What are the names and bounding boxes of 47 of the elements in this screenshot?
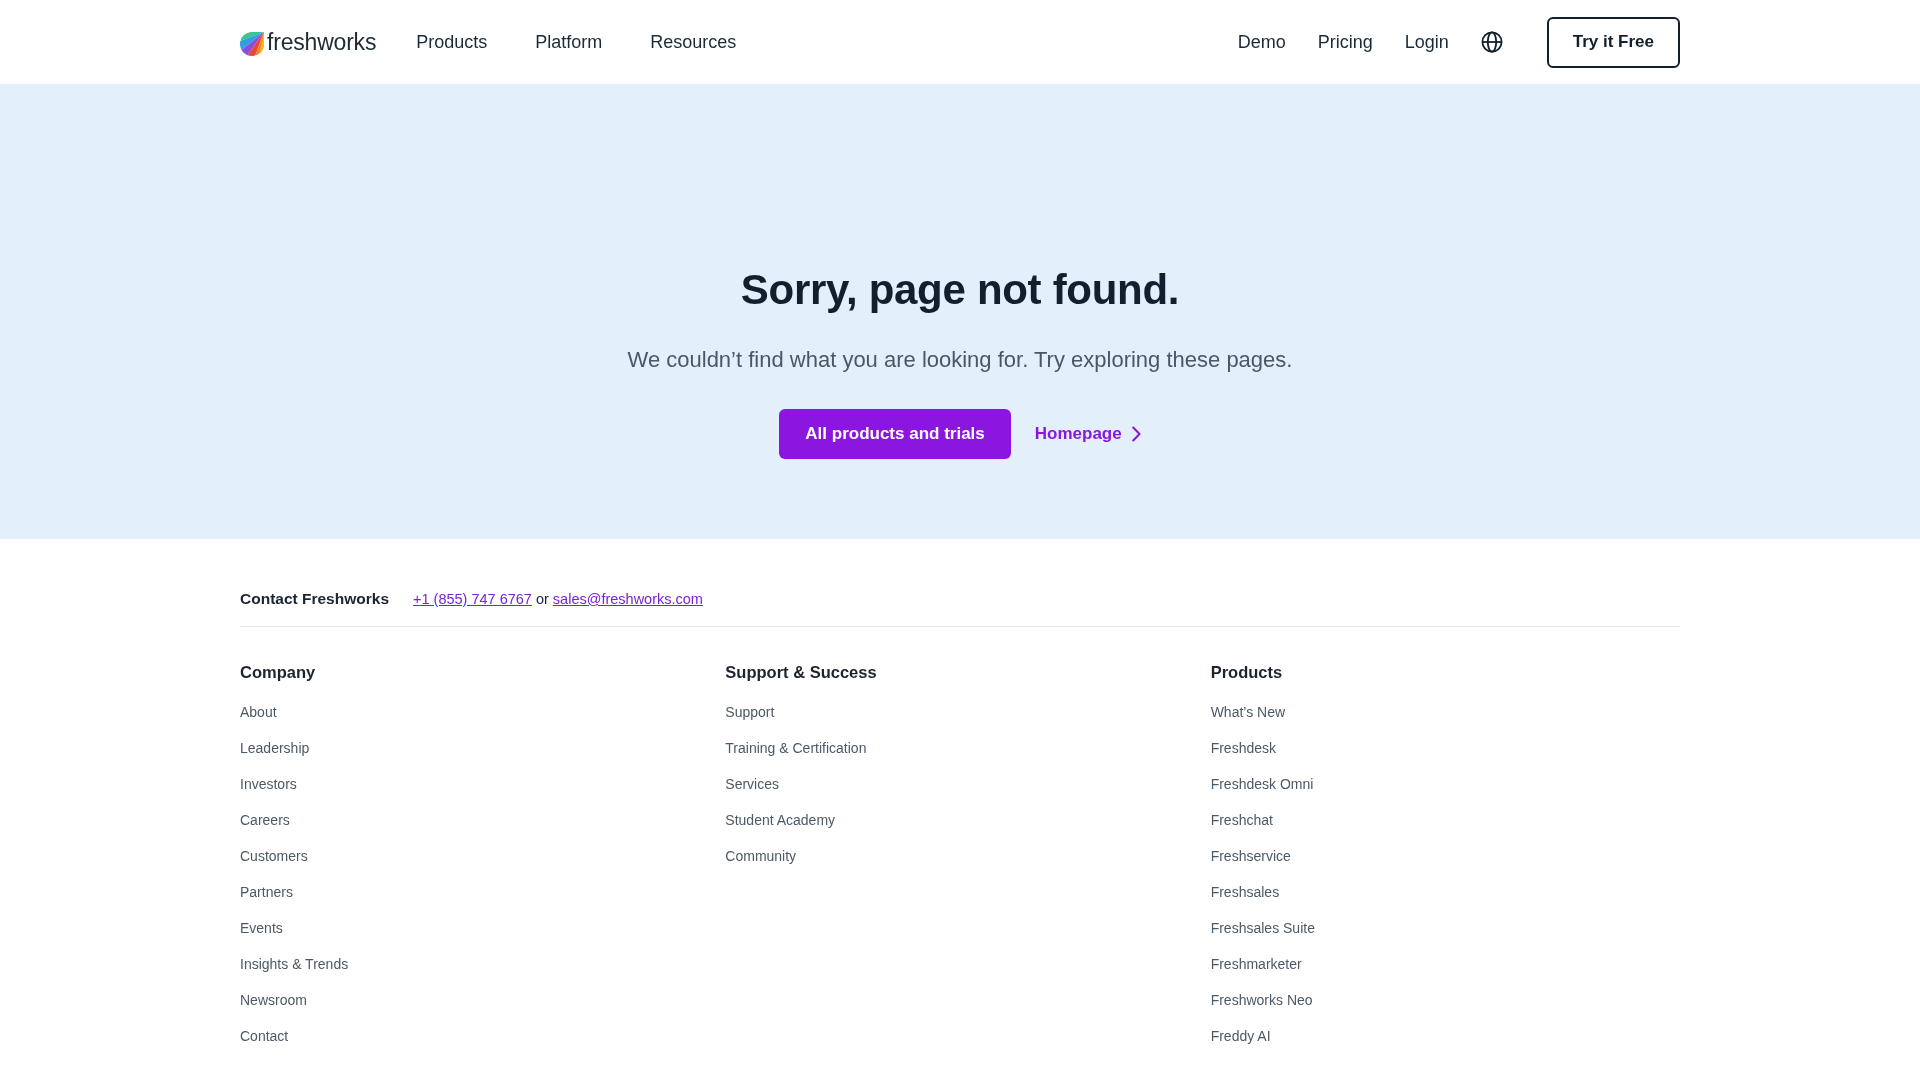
email-link[interactable]: sales@freshworks.com [552,587,703,611]
footer-link[interactable]: Customers [240,848,308,864]
footer-link[interactable]: Careers [240,812,290,828]
footer-link[interactable]: Insights & Trends [240,956,349,972]
nav-link[interactable]: Login [1404,30,1449,54]
footer-link[interactable]: Community [725,848,797,864]
nav-link[interactable]: Pricing [1317,30,1373,54]
try-free-button[interactable]: Try it Free [1546,16,1680,68]
footer-link[interactable]: Freshservice [1210,848,1291,864]
homepage-link[interactable]: Homepage [1034,424,1141,444]
footer-link[interactable]: Freshchat [1210,812,1273,828]
footer-link[interactable]: What’s New [1210,704,1286,720]
nav-link[interactable]: Resources [650,30,737,54]
footer-link[interactable]: Events [240,920,283,936]
footer-link[interactable]: Newsroom [240,992,307,1008]
logo-icon[interactable] [240,32,264,56]
nav-link[interactable]: Products [416,30,488,54]
footer-link[interactable]: Freshdesk [1210,740,1276,756]
footer-link[interactable]: Investors [240,776,297,792]
nav-link[interactable]: Demo [1237,30,1286,54]
footer-link[interactable]: Training & Certification [725,740,867,756]
footer-link[interactable]: Student Academy [725,812,836,828]
footer-link[interactable]: Freshsales [1210,884,1280,900]
footer-link[interactable]: Freddy AI [1210,1028,1271,1044]
footer-link[interactable]: Leadership [240,740,310,756]
phone-link[interactable]: +1 (855) 747 6767 [413,587,532,611]
nav-link[interactable]: Platform [535,30,603,54]
footer-link[interactable]: Freshdesk Omni [1210,776,1314,792]
footer-link[interactable]: Support [725,704,775,720]
contact-heading: Contact Freshworks [240,589,389,609]
footer-link[interactable]: Partners [240,884,293,900]
page-title: Sorry, page not found. [740,265,1180,315]
subtitle-text: We couldn’t find what you are looking for. Try exploring these pages. [627,346,1293,374]
chevron-right-icon [1131,426,1141,442]
footer-link[interactable]: About [240,704,277,720]
footer-link[interactable]: Freshmarketer [1210,956,1302,972]
footer-link[interactable]: Freshworks Neo [1210,992,1313,1008]
separator-text: or [535,590,549,609]
logo-text[interactable]: freshworks [267,28,377,56]
column-heading: Support & Success [725,662,877,683]
footer-link[interactable]: Contact [240,1028,289,1044]
column-heading: Company [240,662,316,683]
globe-icon[interactable] [1480,31,1503,53]
footer-link[interactable]: Services [725,776,779,792]
all-products-button[interactable]: All products and trials [779,409,1011,459]
column-heading: Products [1210,662,1283,683]
footer-link[interactable]: Freshsales Suite [1210,920,1315,936]
